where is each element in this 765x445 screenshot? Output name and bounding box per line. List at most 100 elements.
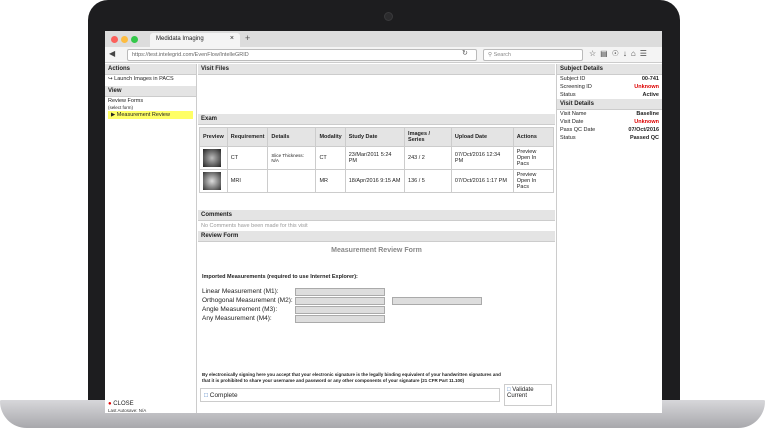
m4-label: Any Measurement (M4): [202, 315, 272, 322]
images-cell: 136 / 5 [404, 169, 452, 193]
visit-details-header: Visit Details [557, 99, 662, 110]
visit-date-value: Unknown [634, 119, 659, 125]
complete-icon: □ [204, 392, 208, 399]
visit-files-header: Visit Files [198, 64, 555, 75]
visit-date-row: Visit Date Unknown [557, 118, 662, 126]
actions-header: Actions [105, 64, 196, 75]
column-header: Preview [199, 127, 228, 147]
visit-status-label: Status [560, 135, 576, 141]
visit-status-row: Status Passed QC [557, 134, 662, 142]
study-date-cell: 18/Apr/2016 9:15 AM [344, 169, 406, 193]
validate-current-button[interactable]: □ Validate Current [504, 384, 552, 406]
url-text: https://test.intelegrid.com/EvenFlow/Int… [132, 52, 249, 58]
column-header: Requirement [226, 127, 269, 147]
validate-label: Validate Current [507, 387, 534, 399]
review-forms-label: Review Forms [108, 98, 144, 104]
modality-cell: MR [315, 169, 346, 193]
search-input[interactable]: ⚲ Search [483, 49, 583, 61]
complete-checkbox[interactable]: □ Complete [200, 388, 500, 402]
status-label: Status [560, 92, 576, 98]
camera-icon [384, 12, 393, 21]
column-header: Study Date [344, 127, 406, 147]
actions-cell: Preview Open In Pacs [512, 169, 555, 193]
m2-secondary-input[interactable] [392, 297, 482, 305]
visit-name-row: Visit Name Baseline [557, 110, 662, 118]
upload-date-cell: 07/Oct/2016 1:17 PM [450, 169, 514, 193]
url-bar[interactable]: https://test.intelegrid.com/EvenFlow/Int… [127, 49, 477, 61]
subject-id-value: 00-741 [641, 76, 659, 82]
column-header: Actions [512, 127, 555, 147]
mri-thumbnail[interactable] [203, 172, 221, 190]
app-content: Actions ↪ Launch Images in PACS View Rev… [105, 64, 662, 413]
autosave-status: Last Autosave: N/A [108, 408, 147, 413]
toolbar-icons[interactable]: ☆▤☉↓⌂☰ [589, 49, 651, 58]
preview-cell[interactable] [199, 146, 228, 170]
visit-status-value: Passed QC [629, 135, 659, 141]
screening-id-row: Screening ID Unknown [557, 83, 662, 91]
main-panel: Visit Files Exam Preview Requirement Det… [198, 64, 555, 413]
no-comments-text: No Comments have been made for this visi… [201, 223, 308, 229]
new-tab-icon[interactable]: + [245, 33, 250, 43]
column-header: Upload Date [450, 127, 514, 147]
m2-label: Orthogonal Measurement (M2): [202, 297, 293, 304]
left-sidebar: Actions ↪ Launch Images in PACS View Rev… [105, 64, 197, 413]
pass-qc-value: 07/Oct/2016 [628, 127, 659, 133]
close-window-icon[interactable] [111, 36, 118, 43]
form-title: Measurement Review Form [331, 247, 422, 254]
table-header-row: Preview Requirement Details Modality Stu… [199, 127, 555, 147]
back-icon[interactable]: ◀ [109, 49, 115, 58]
view-header: View [105, 86, 196, 97]
complete-label: Complete [209, 392, 238, 399]
table-row: MRI MR 18/Apr/2016 9:15 AM 136 / 5 07/Oc… [199, 169, 555, 193]
column-header: Details [267, 127, 317, 147]
table-row: CT Slice Thickness: N/A CT 23/Mar/2011 5… [199, 146, 555, 170]
measurement-review-label: Measurement Review [116, 112, 170, 118]
status-row: Status Active [557, 91, 662, 99]
browser-tab[interactable]: Medidata Imaging × [150, 33, 240, 47]
tab-bar: Medidata Imaging × + [105, 31, 662, 47]
exam-header: Exam [198, 114, 555, 125]
study-date-cell: 23/Mar/2011 5:24 PM [344, 146, 406, 170]
pass-qc-row: Pass QC Date 07/Oct/2016 [557, 126, 662, 134]
column-header: Images / Series [404, 127, 452, 147]
m2-input[interactable] [295, 297, 385, 305]
open-pacs-link[interactable]: Open In Pacs [517, 155, 550, 167]
ct-thumbnail[interactable] [203, 149, 221, 167]
subject-id-row: Subject ID 00-741 [557, 75, 662, 83]
launch-pacs-link[interactable]: ↪ Launch Images in PACS [105, 75, 196, 83]
maximize-window-icon[interactable] [131, 36, 138, 43]
column-header: Modality [315, 127, 346, 147]
pass-qc-label: Pass QC Date [560, 127, 596, 133]
m1-label: Linear Measurement (M1): [202, 288, 279, 295]
requirement-cell: CT [226, 146, 269, 170]
preview-cell[interactable] [199, 169, 228, 193]
exam-table: Preview Requirement Details Modality Stu… [199, 127, 555, 193]
screening-id-value: Unknown [634, 84, 659, 90]
requirement-cell: MRI [226, 169, 269, 193]
close-icon: ● [108, 401, 112, 407]
status-value: Active [642, 92, 659, 98]
browser-window: Medidata Imaging × + ◀ https://test.inte… [105, 31, 662, 413]
details-cell [267, 169, 317, 193]
close-label: CLOSE [113, 401, 134, 407]
close-button[interactable]: ● CLOSE [108, 401, 134, 407]
launch-icon: ↪ [108, 76, 113, 82]
open-pacs-link[interactable]: Open In Pacs [517, 178, 550, 190]
search-icon: ⚲ [488, 52, 493, 58]
visit-name-value: Baseline [636, 111, 659, 117]
tab-close-icon[interactable]: × [230, 35, 234, 42]
search-placeholder: Search [493, 52, 511, 58]
visit-name-label: Visit Name [560, 111, 587, 117]
sidebar-item-measurement-review[interactable]: ▶ Measurement Review [108, 111, 193, 119]
m1-input[interactable] [295, 288, 385, 296]
subject-details-header: Subject Details [557, 64, 662, 75]
m3-input[interactable] [295, 306, 385, 314]
upload-date-cell: 07/Oct/2016 12:34 PM [450, 146, 514, 170]
review-form-header: Review Form [198, 231, 555, 242]
reload-icon[interactable]: ↻ [462, 49, 468, 57]
comments-header: Comments [198, 210, 555, 221]
m4-input[interactable] [295, 315, 385, 323]
minimize-window-icon[interactable] [121, 36, 128, 43]
images-cell: 243 / 2 [404, 146, 452, 170]
nav-bar: ◀ https://test.intelegrid.com/EvenFlow/I… [105, 47, 662, 63]
